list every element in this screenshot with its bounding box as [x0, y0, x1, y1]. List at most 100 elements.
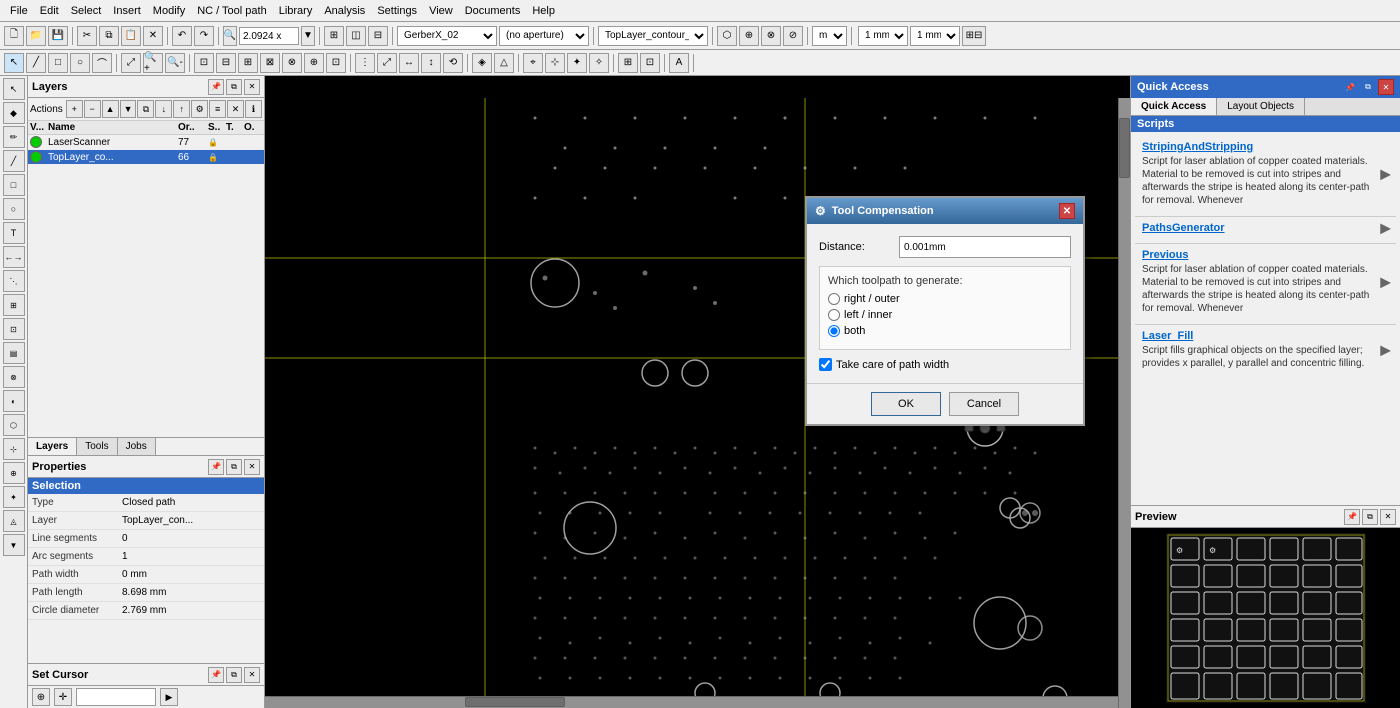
toolbox-dim[interactable]: ←→	[3, 246, 25, 268]
modal-cancel-btn[interactable]: Cancel	[949, 392, 1019, 416]
layers-up-btn[interactable]: ▲	[102, 100, 119, 118]
tb5[interactable]: ⊞	[324, 26, 344, 46]
toolbox-t4[interactable]: ▤	[3, 342, 25, 364]
panel-pin-btn[interactable]: 📌	[208, 79, 224, 95]
right-panel-pin[interactable]: 📌	[1342, 79, 1358, 95]
layers-add-btn[interactable]: +	[66, 100, 83, 118]
menu-nc-toolpath[interactable]: NC / Tool path	[191, 3, 273, 19]
cursor-target-icon[interactable]: ⊕	[32, 688, 50, 706]
props-close-btn[interactable]: ✕	[244, 459, 260, 475]
redo-btn[interactable]: ↷	[194, 26, 214, 46]
script-title-striping[interactable]: StripingAndStripping	[1142, 141, 1371, 153]
zoom-fit[interactable]: ⤢	[121, 53, 141, 73]
toolbox-t2[interactable]: ⊞	[3, 294, 25, 316]
modal-pathwidth-checkbox[interactable]	[819, 358, 832, 371]
tool-r4[interactable]: ⊠	[260, 53, 280, 73]
zoom-out[interactable]: 🔍-	[165, 53, 185, 73]
layers-copy-btn[interactable]: ⧉	[137, 100, 154, 118]
toolbox-t8[interactable]: ⊹	[3, 438, 25, 460]
layer2-select[interactable]: TopLayer_contour_c	[598, 26, 708, 46]
panel-close-btn[interactable]: ✕	[244, 79, 260, 95]
toolbox-t9[interactable]: ⊕	[3, 462, 25, 484]
open-btn[interactable]: 📁	[26, 26, 46, 46]
aperture-select[interactable]: (no aperture)	[499, 26, 589, 46]
paste-btn[interactable]: 📋	[121, 26, 141, 46]
toolbox-select[interactable]: ↖	[3, 78, 25, 100]
right-panel-float[interactable]: ⧉	[1360, 79, 1376, 95]
panel-float-btn[interactable]: ⧉	[226, 79, 242, 95]
toolbox-t3[interactable]: ⊡	[3, 318, 25, 340]
toolbox-t10[interactable]: ✦	[3, 486, 25, 508]
tool-r7[interactable]: ⊡	[326, 53, 346, 73]
modal-distance-input[interactable]	[899, 236, 1071, 258]
tb8[interactable]: ⬡	[717, 26, 737, 46]
tab-layout-objects[interactable]: Layout Objects	[1217, 98, 1305, 115]
tab-quick-access[interactable]: Quick Access	[1131, 98, 1217, 115]
unit-select[interactable]: mm	[812, 26, 847, 46]
tab-jobs[interactable]: Jobs	[118, 438, 156, 455]
menu-analysis[interactable]: Analysis	[318, 3, 371, 19]
layers-more-btn[interactable]: ≡	[209, 100, 226, 118]
tool-r14[interactable]: △	[494, 53, 514, 73]
tool-r11[interactable]: ↕	[421, 53, 441, 73]
tool-r9[interactable]: ⤢	[377, 53, 397, 73]
tool-r8[interactable]: ⋮	[355, 53, 375, 73]
tool-m3[interactable]: A	[669, 53, 689, 73]
layers-import-btn[interactable]: ↓	[155, 100, 172, 118]
script-item-striping[interactable]: StripingAndStripping Script for laser ab…	[1135, 136, 1396, 212]
layer-row-toplayer[interactable]: TopLayer_co... 66 🔒	[28, 150, 264, 165]
menu-file[interactable]: File	[4, 3, 34, 19]
right-panel-close[interactable]: ✕	[1378, 79, 1394, 95]
tool-r13[interactable]: ◈	[472, 53, 492, 73]
draw-line[interactable]: ╱	[26, 53, 46, 73]
toolbox-t6[interactable]: ◐	[3, 390, 25, 412]
layers-x-btn[interactable]: ✕	[227, 100, 244, 118]
grid1-select[interactable]: 1 mm	[858, 26, 908, 46]
toolbox-t7[interactable]: ⬡	[3, 414, 25, 436]
script-title-laserfill[interactable]: Laser_Fill	[1142, 330, 1371, 342]
cursor-pin-btn[interactable]: 📌	[208, 667, 224, 683]
menu-edit[interactable]: Edit	[34, 3, 65, 19]
cursor-coord-input[interactable]: 0;0	[76, 688, 156, 706]
menu-library[interactable]: Library	[273, 3, 319, 19]
tool-r2[interactable]: ⊟	[216, 53, 236, 73]
toolbox-rect[interactable]: □	[3, 174, 25, 196]
tool-m1[interactable]: ⊞	[618, 53, 638, 73]
copy-btn[interactable]: ⧉	[99, 26, 119, 46]
grid2-select[interactable]: 1 mm	[910, 26, 960, 46]
tool-r12[interactable]: ⟲	[443, 53, 463, 73]
toolbox-t12[interactable]: ▼	[3, 534, 25, 556]
tab-tools[interactable]: Tools	[77, 438, 117, 455]
tool-r3[interactable]: ⊞	[238, 53, 258, 73]
draw-rect[interactable]: □	[48, 53, 68, 73]
toolbox-line[interactable]: ╱	[3, 150, 25, 172]
modal-radio-right-input[interactable]	[828, 293, 840, 305]
toolbox-node[interactable]: ◆	[3, 102, 25, 124]
tb9[interactable]: ⊕	[739, 26, 759, 46]
script-title-paths[interactable]: PathsGenerator	[1142, 222, 1371, 234]
toolbox-t11[interactable]: ◬	[3, 510, 25, 532]
tool-m2[interactable]: ⊡	[640, 53, 660, 73]
layers-settings-btn[interactable]: ⚙	[191, 100, 208, 118]
coord-btn[interactable]: ▼	[301, 26, 315, 46]
menu-settings[interactable]: Settings	[371, 3, 423, 19]
tool-snap3[interactable]: ✦	[567, 53, 587, 73]
script-item-previous[interactable]: Previous Script for laser ablation of co…	[1135, 244, 1396, 320]
zoom-in[interactable]: 🔍+	[143, 53, 163, 73]
script-title-previous[interactable]: Previous	[1142, 249, 1371, 261]
script-item-paths[interactable]: PathsGenerator ▶	[1135, 217, 1396, 239]
tb10[interactable]: ⊗	[761, 26, 781, 46]
draw-arc[interactable]: ⌒	[92, 53, 112, 73]
preview-pin[interactable]: 📌	[1344, 509, 1360, 525]
cursor-float-btn[interactable]: ⧉	[226, 667, 242, 683]
tool-r5[interactable]: ⊗	[282, 53, 302, 73]
tb12[interactable]: ⊞⊟	[962, 26, 986, 46]
tool-r6[interactable]: ⊕	[304, 53, 324, 73]
tool-r1[interactable]: ⊡	[194, 53, 214, 73]
cursor-go-btn[interactable]: ▶	[160, 688, 178, 706]
script-item-laserfill[interactable]: Laser_Fill Script fills graphical object…	[1135, 325, 1396, 375]
menu-documents[interactable]: Documents	[459, 3, 527, 19]
preview-float[interactable]: ⧉	[1362, 509, 1378, 525]
layer-row-laserscanner[interactable]: LaserScanner 77 🔒	[28, 135, 264, 150]
delete-btn[interactable]: ✕	[143, 26, 163, 46]
